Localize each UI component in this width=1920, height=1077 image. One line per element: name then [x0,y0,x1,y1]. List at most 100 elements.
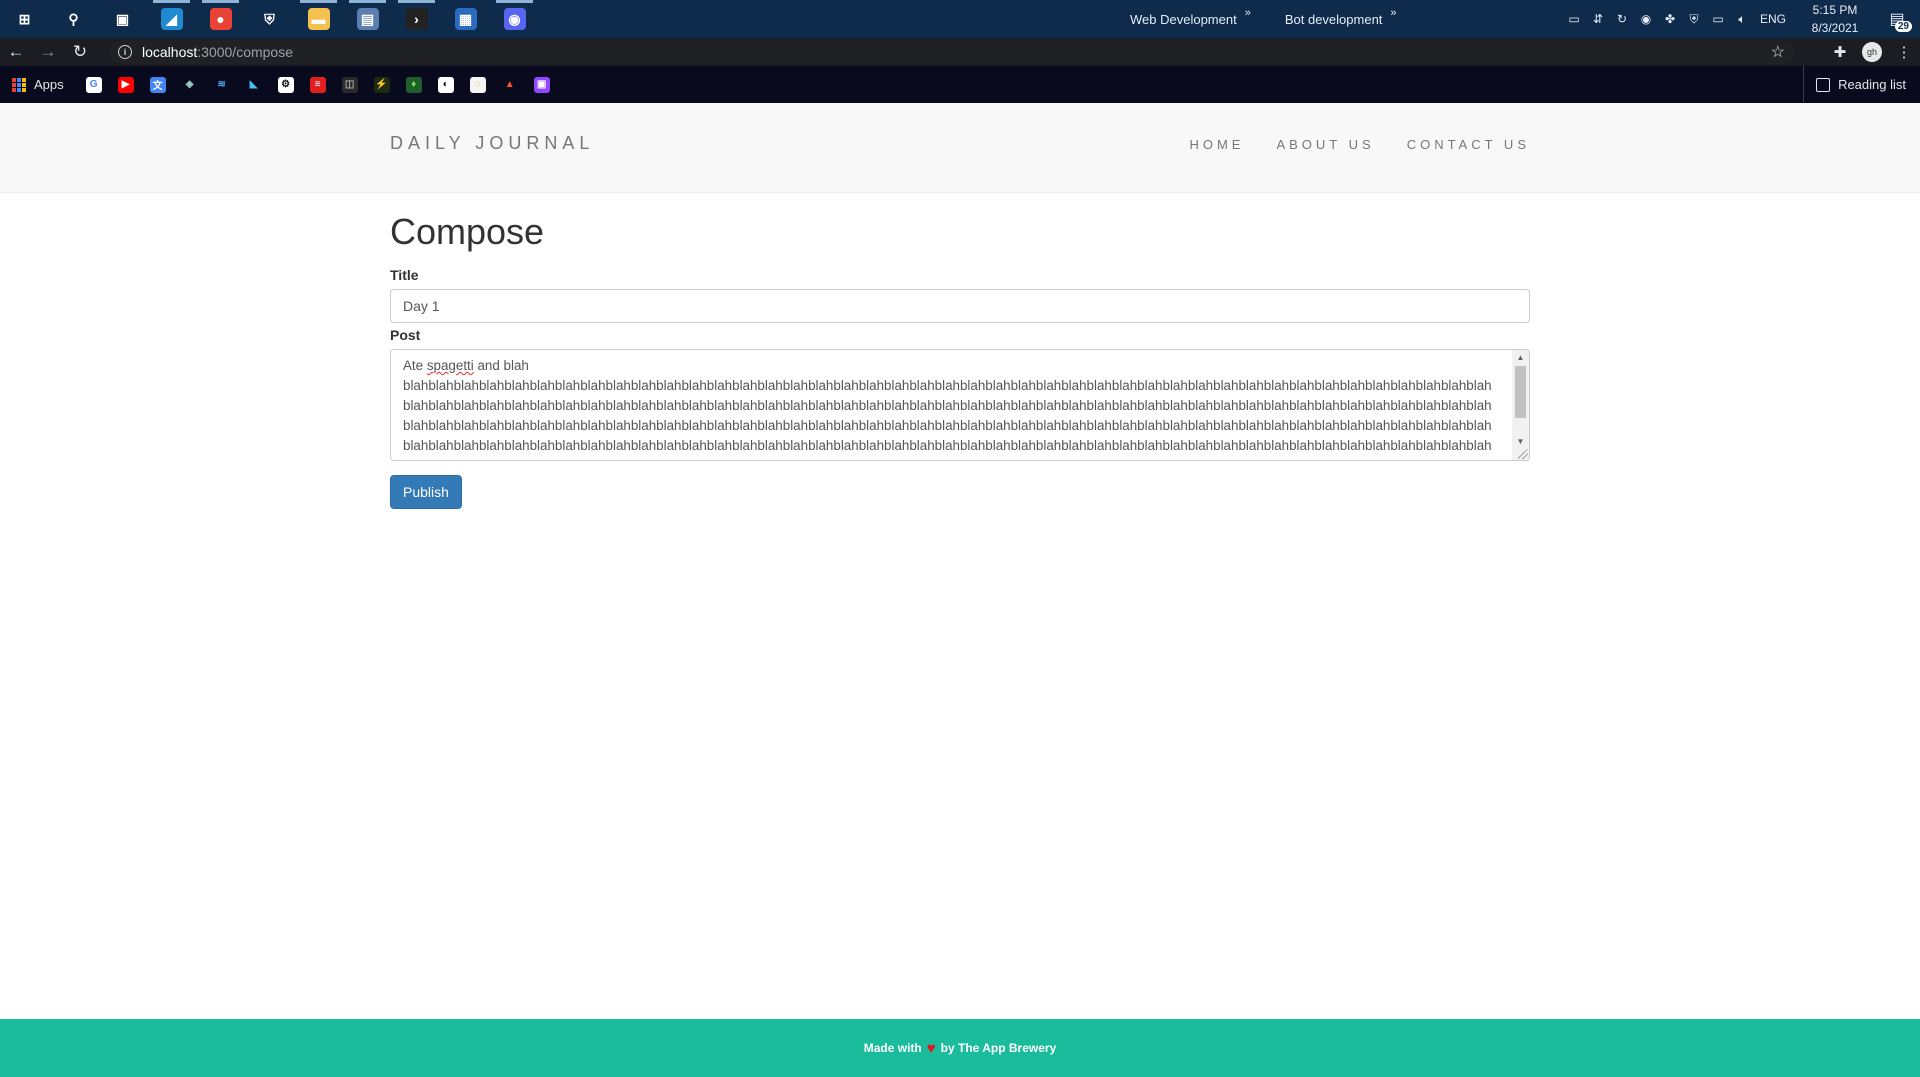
notification-badge: 29 [1894,21,1912,32]
title-input[interactable] [390,289,1530,323]
post-body-text: blahblahblahblahblahblahblahblahblahblah… [403,378,1492,460]
nav-about-link[interactable]: ABOUT US [1276,137,1374,152]
taskbar-group-label: Web Development [1130,11,1237,27]
scrollbar-thumb[interactable] [1515,366,1526,418]
resize-grip-icon[interactable] [1518,449,1528,459]
windows-taskbar: ⊞ ⚲ ▣ ◢ ● ⛨ ▬ ▤ › ▦ ◉ Web Development » Bot develo… [0,0,1920,38]
bookmark-item[interactable]: ▶ [110,66,142,103]
bookmark-item[interactable]: ◣ [238,66,270,103]
bookmark-item[interactable]: ♦ [398,66,430,103]
post-first-line-rest: and blah [477,358,529,373]
taskbar-app-button[interactable]: ▬ [294,0,343,38]
reading-list-button[interactable]: Reading list [1803,66,1906,103]
menu-kebab-icon[interactable]: ⋮ [1888,38,1920,66]
bookmark-item[interactable]: ◌ [462,66,494,103]
clock-date: 8/3/2021 [1811,21,1859,35]
volume-icon[interactable]: 🔈︎ [1730,0,1754,38]
bookmark-item[interactable]: ▲ [494,66,526,103]
taskbar-group-web-development[interactable]: Web Development » [1130,7,1251,27]
site-info-icon[interactable]: i [118,45,132,59]
textarea-scrollbar[interactable]: ▲ ▼ [1512,350,1529,460]
taskbar-pinned-apps: ⊞ ⚲ ▣ ◢ ● ⛨ ▬ ▤ › ▦ ◉ [0,0,539,38]
bookmark-item[interactable]: G [78,66,110,103]
flutter-bookmark-icon: ◣ [245,76,262,93]
site-footer: Made with ♥ by The App Brewery [0,1019,1920,1077]
translate-bookmark-icon: 文 [149,76,166,93]
taskbar-app-button[interactable]: ◉ [490,0,539,38]
defender-icon[interactable]: ⛨ [1682,0,1706,38]
display-icon[interactable]: ▭ [1706,0,1730,38]
sync-icon[interactable]: ↻ [1610,0,1634,38]
back-button[interactable]: ← [0,38,32,66]
page-title: Compose [390,211,545,252]
scroll-up-arrow-icon[interactable]: ▲ [1512,350,1529,366]
bookmark-item[interactable]: ≋ [206,66,238,103]
bookmark-item[interactable]: ◐ [430,66,462,103]
taskbar-app-button[interactable]: ⚲ [49,0,98,38]
vscode-icon: ◢ [160,8,183,30]
bookmark-list: G ▶ 文 ◈ ≋ ◣ ⚙ ≡ ◫ ⚡ ♦ ◐ ◌ ▲ ▣ [78,66,558,103]
taskbar-group-bot-development[interactable]: Bot development » [1284,7,1397,27]
google-bookmark-icon: G [85,76,102,93]
bookmark-item[interactable]: ◈ [174,66,206,103]
taskbar-group-label: Bot development [1284,11,1383,27]
system-tray: ▭ ⇵ ↻ ◉ ✤ ⛨ ▭ 🔈︎ ENG 5:15 PM 8/3/2021 ▤ … [1562,0,1920,38]
taskbar-app-button[interactable]: ▦ [441,0,490,38]
nav-contact-link[interactable]: CONTACT US [1407,137,1530,152]
server-manager-icon: ▤ [356,8,379,30]
bookmark-item[interactable]: 文 [142,66,174,103]
address-bar[interactable]: i localhost:3000/compose ☆ [110,40,1795,64]
taskbar-app-button[interactable]: ⊞ [0,0,49,38]
html-bookmark-icon: ◫ [341,76,358,93]
reload-button[interactable]: ↻ [64,38,96,66]
youtube-bookmark-icon: ▶ [117,76,134,93]
taskbar-app-button[interactable]: ▣ [98,0,147,38]
mongodb-bookmark-icon: ♦ [405,76,422,93]
search-icon: ⚲ [62,8,85,30]
scroll-down-arrow-icon[interactable]: ▼ [1512,434,1529,450]
profile-button[interactable]: gh [1856,38,1888,66]
publish-button[interactable]: Publish [390,475,462,509]
clock[interactable]: 5:15 PM 8/3/2021 [1796,1,1874,37]
chevron-icon: » [1244,7,1251,19]
security-shield-icon: ⛨ [258,8,281,30]
language-indicator[interactable]: ENG [1760,12,1786,26]
chrome-icon: ● [209,8,232,30]
extensions-puzzle-icon[interactable]: ✚ [1824,38,1856,66]
flask-bookmark-icon: ≡ [309,76,326,93]
taskbar-app-button[interactable]: ⛨ [245,0,294,38]
apps-label: Apps [34,77,64,92]
taskbar-app-button[interactable]: ◢ [147,0,196,38]
post-textarea[interactable]: Ate spagetti and blah blahblahblahblahbl… [390,349,1530,461]
fire-bookmark-icon: ▲ [501,76,518,93]
bookmark-star-icon[interactable]: ☆ [1771,42,1785,62]
taskbar-app-button[interactable]: ● [196,0,245,38]
bookmark-item[interactable]: ▣ [526,66,558,103]
battery-icon[interactable]: ▭ [1562,0,1586,38]
terminal-icon: › [405,8,428,30]
discord-tray-icon[interactable]: ◉ [1634,0,1658,38]
bookmark-item[interactable]: ⚙ [270,66,302,103]
notifications-button[interactable]: ▤ 29 [1874,0,1920,38]
forward-button[interactable]: → [32,38,64,66]
apps-shortcut[interactable]: Apps [12,77,64,92]
bookmarks-bar: Apps G ▶ 文 ◈ ≋ ◣ ⚙ ≡ ◫ ⚡ ♦ ◐ ◌ ▲ ▣ Reading list [0,66,1920,103]
circle-bookmark-icon: ◌ [469,76,486,93]
bookmark-item[interactable]: ≡ [302,66,334,103]
teams-icon[interactable]: ✤ [1658,0,1682,38]
network-icon[interactable]: ⇵ [1586,0,1610,38]
taskbar-app-button[interactable]: › [392,0,441,38]
reading-list-label: Reading list [1838,77,1906,92]
browser-toolbar: ← → ↻ i localhost:3000/compose ☆ ✚ gh ⋮ [0,38,1920,66]
post-first-line: Ate spagetti and blah [403,356,1497,376]
nav-home-link[interactable]: HOME [1189,137,1244,152]
footer-prefix: Made with [863,1041,922,1055]
file-explorer-icon: ▬ [307,8,330,30]
taskbar-app-button[interactable]: ▤ [343,0,392,38]
footer-suffix: by The App Brewery [940,1041,1057,1055]
bookmark-item[interactable]: ⚡ [366,66,398,103]
site-brand[interactable]: DAILY JOURNAL [390,133,594,154]
task-view-icon: ▣ [111,8,134,30]
site-nav-links: HOME ABOUT US CONTACT US [1189,137,1530,152]
bookmark-item[interactable]: ◫ [334,66,366,103]
